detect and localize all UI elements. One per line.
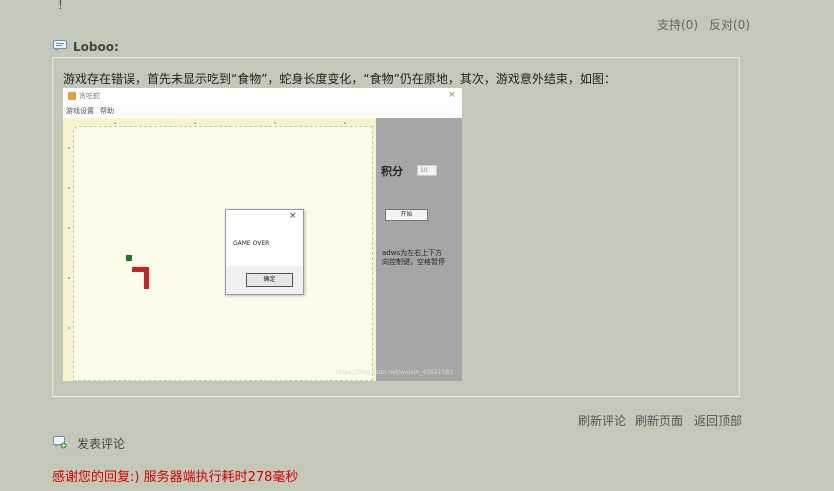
window-close-icon: × xyxy=(448,90,456,100)
dialog-ok-button: 确定 xyxy=(246,273,293,287)
oppose-link[interactable]: 反对(0) xyxy=(709,16,750,33)
board-dot xyxy=(68,187,70,189)
score-value: 10 xyxy=(417,165,437,176)
support-link[interactable]: 支持(0) xyxy=(657,16,698,33)
app-icon xyxy=(68,92,76,100)
controls-hint: adws为左右上下方向控制键，空格暂停 xyxy=(382,249,445,266)
menu-game-settings: 游戏设置 xyxy=(66,107,94,115)
back-to-top-link[interactable]: 返回顶部 xyxy=(694,412,742,429)
game-board-inner xyxy=(68,122,373,381)
board-dot xyxy=(274,122,276,124)
board-dot xyxy=(114,122,116,124)
embedded-screenshot: 贪吃蛇 × 游戏设置 帮助 积分 10 开始 adws为左右上下方向控制键，空格… xyxy=(63,88,462,381)
board-dot xyxy=(68,277,70,279)
comment-text: 游戏存在错误，首先未显示吃到“食物”，蛇身长度变化，“食物”仍在原地，其次，游戏… xyxy=(63,72,616,86)
menu-bar xyxy=(63,105,462,118)
thanks-message: 感谢您的回复:) 服务器端执行耗时278毫秒 xyxy=(52,470,299,485)
watermark: https://blog.csdn.net/weixin_43621583 xyxy=(336,369,454,376)
exclamation-text: ! xyxy=(58,0,63,12)
board-dot xyxy=(194,122,196,124)
post-comment-icon xyxy=(53,436,67,449)
refresh-comments-link[interactable]: 刷新评论 xyxy=(578,412,626,429)
snake-food xyxy=(126,255,132,261)
post-comment-link[interactable]: 发表评论 xyxy=(77,435,125,452)
game-board xyxy=(63,118,376,381)
comment-author: Loboo: xyxy=(73,40,119,54)
board-dot xyxy=(68,227,70,229)
dialog-message: GAME OVER xyxy=(233,240,270,247)
start-button: 开始 xyxy=(385,209,428,221)
board-dot xyxy=(344,122,346,124)
window-title: 贪吃蛇 xyxy=(79,92,100,100)
window-titlebar xyxy=(63,88,462,105)
refresh-page-link[interactable]: 刷新页面 xyxy=(635,412,683,429)
snake-body xyxy=(144,267,149,289)
menu-help: 帮助 xyxy=(100,107,114,115)
score-label: 积分 xyxy=(381,165,403,178)
board-dot xyxy=(68,327,70,329)
dialog-close-icon: × xyxy=(289,211,297,221)
game-over-dialog: × GAME OVER 确定 xyxy=(225,209,304,295)
comment-bubble-icon xyxy=(53,40,67,51)
board-dot xyxy=(68,147,70,149)
